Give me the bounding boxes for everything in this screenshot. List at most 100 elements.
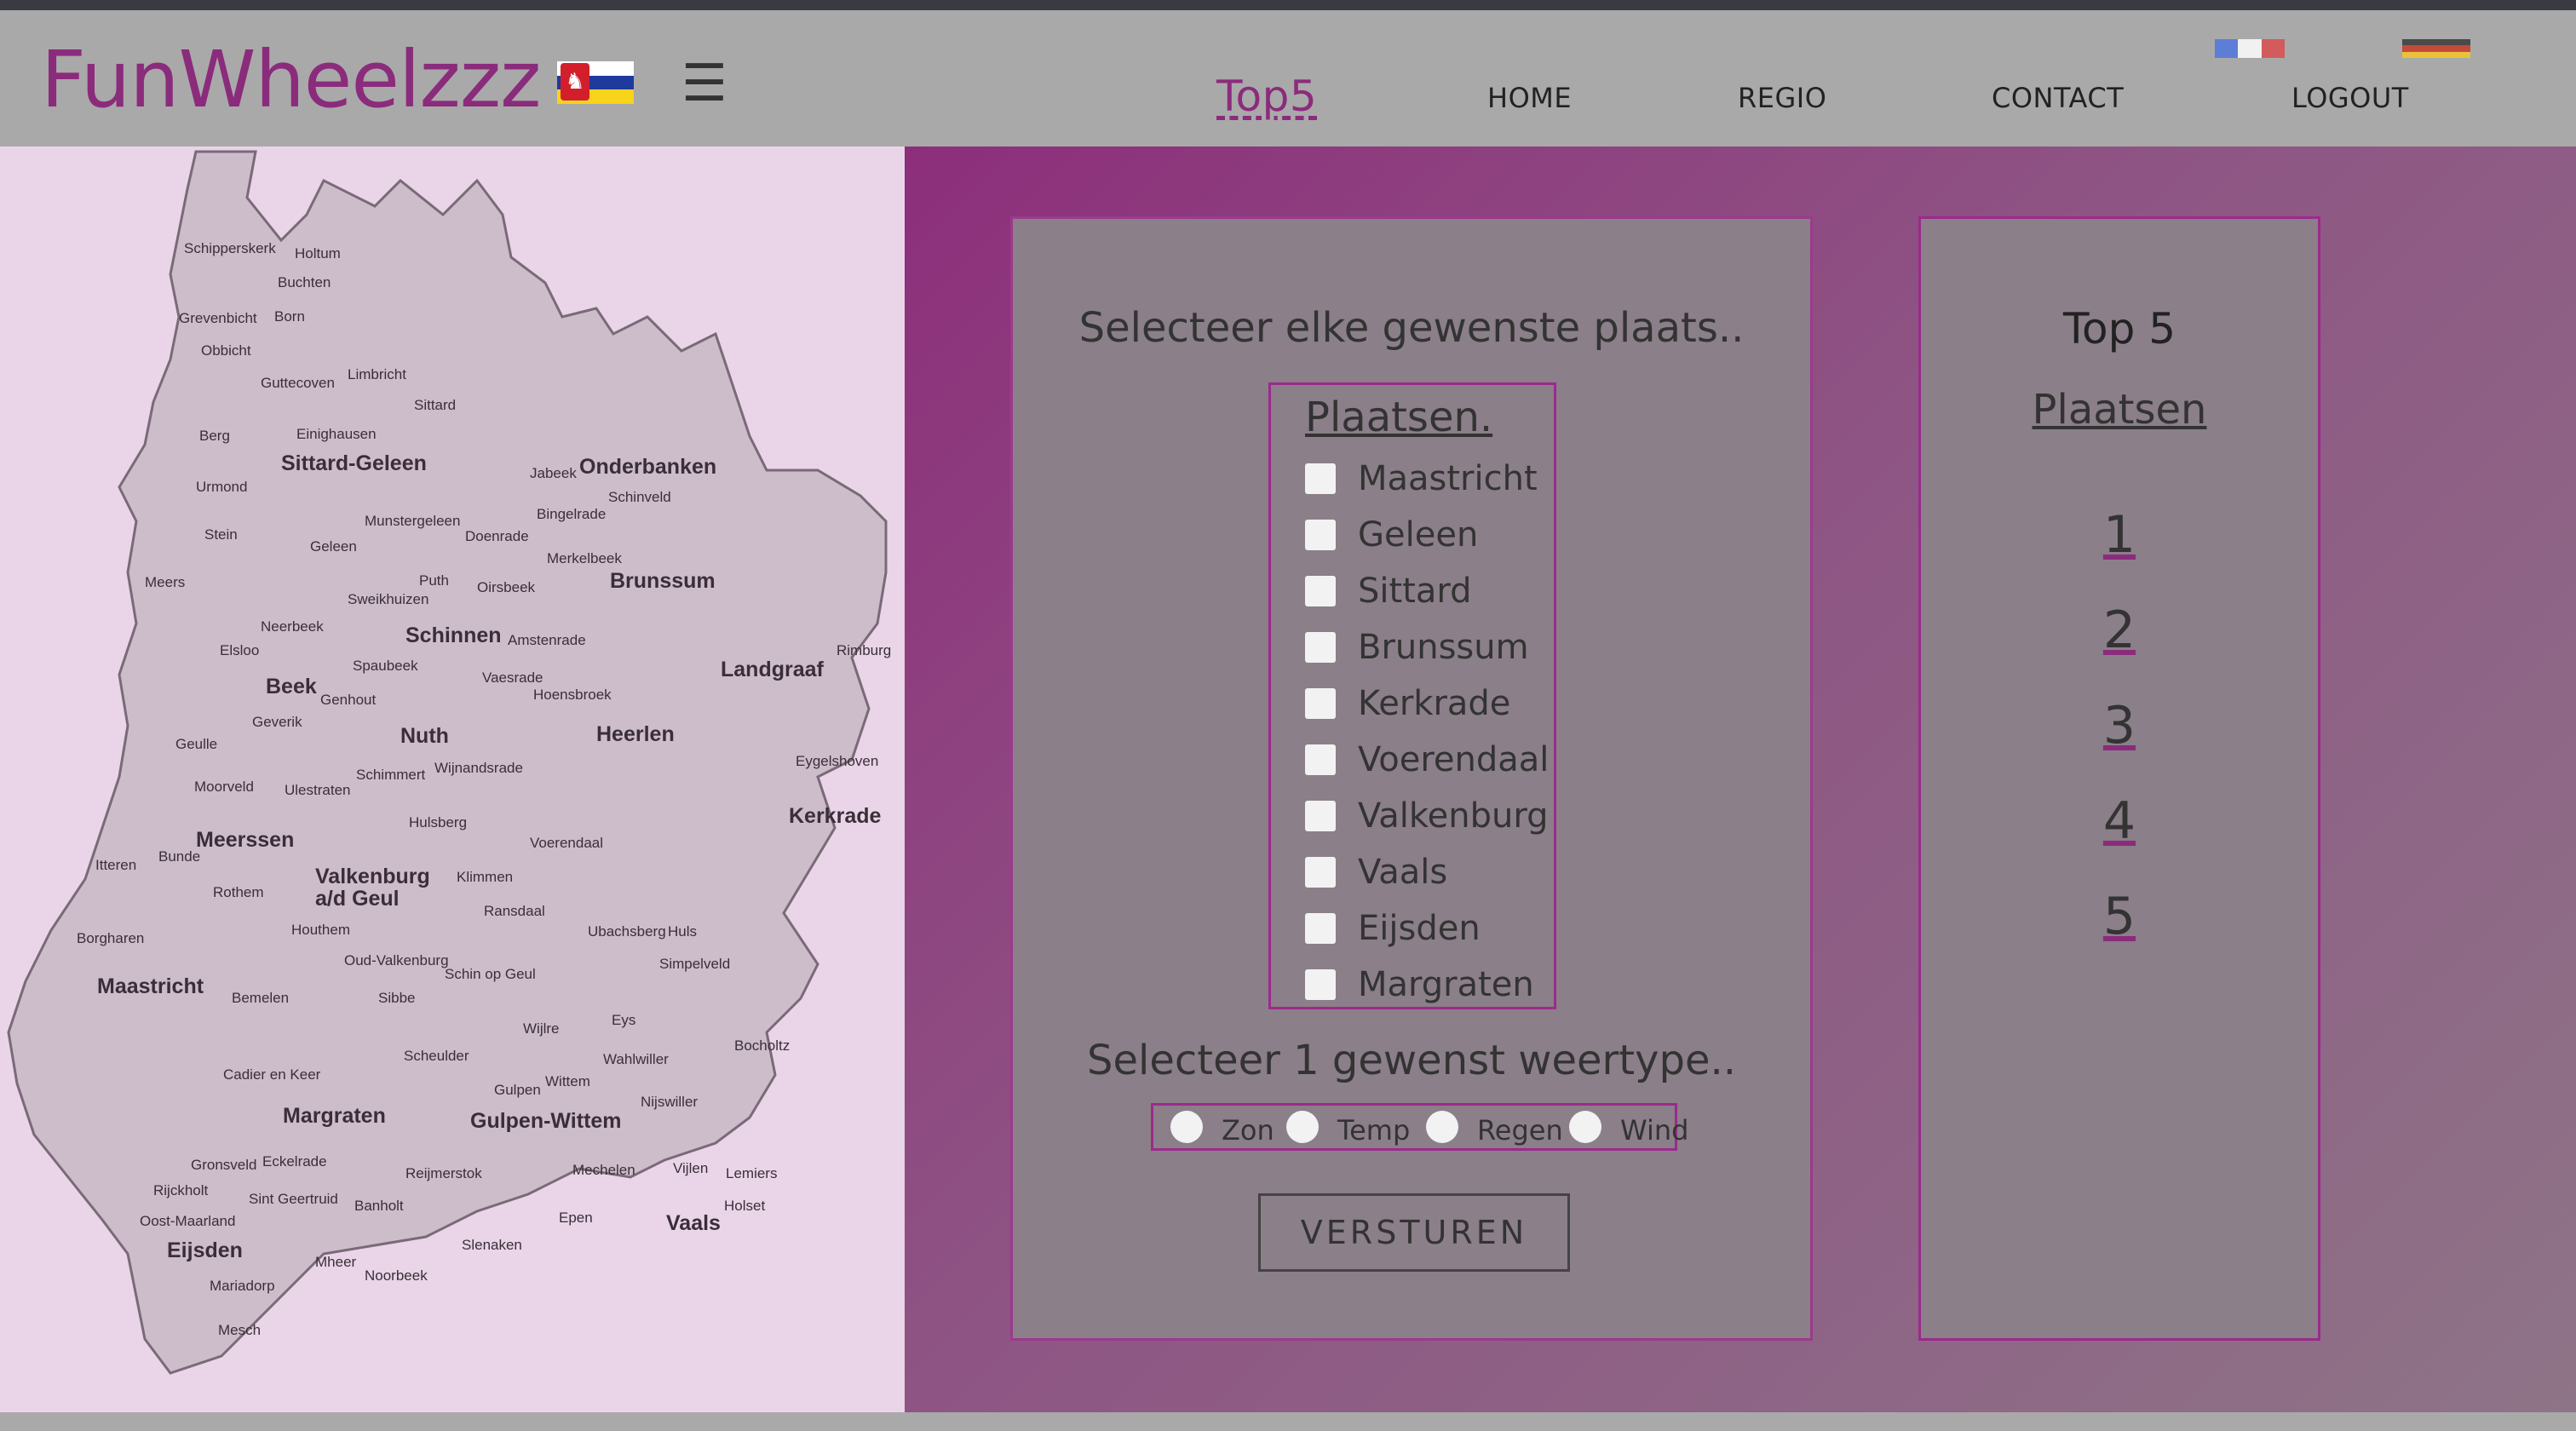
map-label: Lemiers <box>726 1165 778 1181</box>
map-label: Schin op Geul <box>445 966 536 982</box>
place-option-sittard[interactable]: Sittard <box>1305 567 1472 615</box>
map-label: Holtum <box>295 245 341 261</box>
map-label: Oud-Valkenburg <box>344 952 449 968</box>
place-label: Eijsden <box>1358 909 1481 948</box>
top5-rank-5[interactable]: 5 <box>1921 887 2318 946</box>
checkbox[interactable] <box>1305 913 1336 944</box>
map-label: Hulsberg <box>409 814 468 830</box>
place-label: Voerendaal <box>1358 740 1550 779</box>
checkbox[interactable] <box>1305 744 1336 775</box>
place-option-voerendaal[interactable]: Voerendaal <box>1305 736 1549 784</box>
map-label: Vaesrade <box>482 670 543 686</box>
map-label: Moorveld <box>194 779 254 795</box>
map-label: Voerendaal <box>530 835 604 851</box>
submit-button[interactable]: VERSTUREN <box>1258 1193 1570 1272</box>
place-option-eijsden[interactable]: Eijsden <box>1305 905 1481 952</box>
place-label: Maastricht <box>1358 459 1538 498</box>
nav-link-regio[interactable]: REGIO <box>1738 82 1826 114</box>
map-label: Brunssum <box>610 569 716 593</box>
bottom-strip <box>0 1412 2576 1431</box>
map-label: Guttecoven <box>261 375 335 391</box>
radio-zon[interactable] <box>1170 1111 1203 1143</box>
place-option-margraten[interactable]: Margraten <box>1305 961 1534 1009</box>
map-label: Vaals <box>666 1211 721 1235</box>
map-label: Hoensbroek <box>533 687 612 703</box>
german-flag-icon[interactable] <box>2402 39 2470 58</box>
map-label: Gronsveld <box>191 1157 257 1173</box>
map-label: Eygelshoven <box>796 753 879 769</box>
radio-wind[interactable] <box>1569 1111 1601 1143</box>
map-label: Rijckholt <box>153 1182 209 1198</box>
radio-regen[interactable] <box>1426 1111 1458 1143</box>
radio-label-zon: Zon <box>1222 1114 1274 1147</box>
french-flag-icon[interactable] <box>2215 39 2285 58</box>
map-label: Amstenrade <box>508 632 586 648</box>
map-label: Bocholtz <box>734 1037 791 1054</box>
radio-temp[interactable] <box>1286 1111 1319 1143</box>
place-option-brunssum[interactable]: Brunssum <box>1305 624 1529 671</box>
map-label: Wahlwiller <box>603 1051 669 1067</box>
map-label: Borgharen <box>77 930 145 946</box>
map-label: Epen <box>559 1210 593 1226</box>
radio-label-temp: Temp <box>1337 1114 1411 1147</box>
nav-link-home[interactable]: HOME <box>1487 82 1572 114</box>
weather-radio-group: Zon Temp Regen Wind <box>1151 1103 1688 1151</box>
app-logo[interactable]: FunWheelzzz <box>41 34 541 125</box>
checkbox[interactable] <box>1305 969 1336 1000</box>
map-label: Munstergeleen <box>365 513 461 529</box>
map-label: Sint Geertruid <box>249 1191 338 1207</box>
map-label: Margraten <box>283 1104 386 1128</box>
top5-rank-1[interactable]: 1 <box>1921 505 2318 565</box>
map-label: Sibbe <box>378 990 416 1006</box>
map-label: Grevenbicht <box>179 310 257 326</box>
map-label: Geleen <box>310 538 357 555</box>
top5-rank-3[interactable]: 3 <box>1921 696 2318 756</box>
nav-link-top5[interactable]: Top5 <box>1216 72 1317 121</box>
place-option-vaals[interactable]: Vaals <box>1305 848 1447 896</box>
map-label: Mechelen <box>572 1162 635 1178</box>
map-label: Geulle <box>175 736 218 752</box>
nav-link-contact[interactable]: CONTACT <box>1992 82 2124 114</box>
map-label: Born <box>274 308 305 325</box>
map-label: Genhout <box>320 692 377 708</box>
place-option-maastricht[interactable]: Maastricht <box>1305 455 1538 503</box>
checkbox[interactable] <box>1305 688 1336 719</box>
place-label: Valkenburg <box>1358 796 1549 836</box>
place-label: Margraten <box>1358 965 1534 1004</box>
nav-link-logout[interactable]: LOGOUT <box>2291 82 2409 114</box>
map-label: Noorbeek <box>365 1267 428 1284</box>
map-label: Schinnen <box>405 624 502 647</box>
place-label: Geleen <box>1358 515 1479 555</box>
map-label: Limbricht <box>348 366 406 382</box>
checkbox[interactable] <box>1305 801 1336 831</box>
map-label: Meers <box>145 574 186 590</box>
place-option-kerkrade[interactable]: Kerkrade <box>1305 680 1510 727</box>
top5-card: Top 5 Plaatsen 1 2 3 4 5 <box>1918 216 2320 1341</box>
map-label: Jabeek <box>530 465 577 481</box>
place-label: Sittard <box>1358 572 1472 611</box>
checkbox[interactable] <box>1305 463 1336 494</box>
checkbox[interactable] <box>1305 632 1336 663</box>
place-label: Kerkrade <box>1358 684 1511 723</box>
radio-label-wind: Wind <box>1620 1114 1689 1147</box>
checkbox[interactable] <box>1305 520 1336 550</box>
top5-rank-4[interactable]: 4 <box>1921 791 2318 851</box>
map-label: Wittem <box>545 1073 590 1089</box>
place-option-geleen[interactable]: Geleen <box>1305 511 1478 559</box>
select-weather-heading: Selecteer 1 gewenst weertype.. <box>1086 1037 1737 1084</box>
map-label: Buchten <box>278 274 331 290</box>
checkbox[interactable] <box>1305 576 1336 606</box>
map-label: Elsloo <box>220 642 260 658</box>
place-option-valkenburg[interactable]: Valkenburg <box>1305 792 1548 840</box>
selection-card: Selecteer elke gewenste plaats.. Plaatse… <box>1010 216 1813 1341</box>
map-label: Urmond <box>196 479 248 495</box>
map-label: Holset <box>724 1198 766 1214</box>
map-label: Rimburg <box>837 642 892 658</box>
map-label: Merkelbeek <box>547 550 622 566</box>
top5-rank-2[interactable]: 2 <box>1921 601 2318 660</box>
map-label: Doenrade <box>465 528 529 544</box>
top5-subheading: Plaatsen <box>2032 386 2207 434</box>
map-label: Puth <box>419 572 449 589</box>
hamburger-menu-icon[interactable]: ☰ <box>681 58 727 109</box>
checkbox[interactable] <box>1305 857 1336 888</box>
